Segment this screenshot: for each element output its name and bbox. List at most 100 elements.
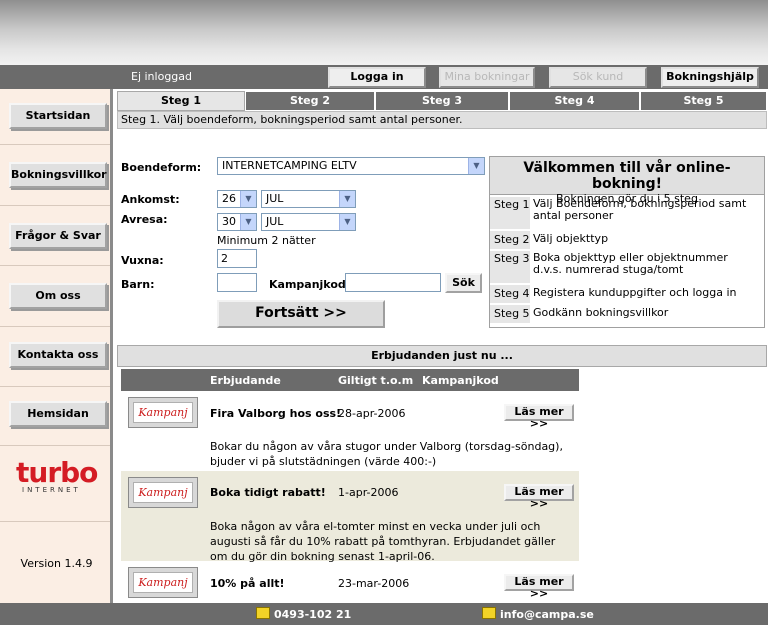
boendeform-select[interactable]: INTERNETCAMPING ELTV ▼ xyxy=(217,157,485,175)
sidebar-divider xyxy=(0,521,110,522)
avresa-day-value: 30 xyxy=(222,215,236,228)
ankomst-month-value: JUL xyxy=(266,192,284,205)
column-header-valid-until: Giltigt t.o.m xyxy=(338,374,414,387)
welcome-step-text: Boka objekttyp eller objektnummer d.v.s.… xyxy=(533,251,728,276)
sidebar-divider xyxy=(0,144,110,145)
campaign-badge: Kampanj xyxy=(128,567,198,598)
version-label: Version 1.4.9 xyxy=(20,557,93,570)
footer: 0493-102 21 info@campa.se xyxy=(0,603,768,625)
tab-step-5[interactable]: Steg 5 xyxy=(640,91,767,111)
offer-valid-date: 1-apr-2006 xyxy=(338,486,399,499)
welcome-title: Välkommen till vår online-bokning! xyxy=(523,160,731,192)
welcome-box: Välkommen till vår online-bokning! Bokni… xyxy=(489,156,765,328)
kampanjkod-label: Kampanjkod: xyxy=(269,278,351,291)
continue-button[interactable]: Fortsätt >> xyxy=(217,300,385,328)
welcome-step-text: Registera kunduppgifter och logga in xyxy=(533,286,737,299)
welcome-step-number: Steg 4 xyxy=(490,285,530,303)
chevron-down-icon: ▼ xyxy=(339,214,355,230)
sidebar-divider xyxy=(0,326,110,327)
column-header-offer: Erbjudande xyxy=(210,374,281,387)
welcome-header: Välkommen till vår online-bokning! Bokni… xyxy=(490,157,764,205)
tab-step-1[interactable]: Steg 1 xyxy=(117,91,245,111)
ankomst-day-value: 26 xyxy=(222,192,236,205)
chevron-down-icon: ▼ xyxy=(339,191,355,207)
search-campaign-button[interactable]: Sök xyxy=(445,273,482,293)
mail-icon xyxy=(482,607,496,619)
read-more-button[interactable]: Läs mer >> xyxy=(504,484,574,510)
vuxna-input[interactable]: 2 xyxy=(217,249,257,268)
step-description: Steg 1. Välj boendeform, bokningsperiod … xyxy=(117,111,767,129)
my-bookings-button[interactable]: Mina bokningar xyxy=(439,67,535,88)
offer-valid-date: 23-mar-2006 xyxy=(338,577,410,590)
avresa-label: Avresa: xyxy=(121,213,168,226)
welcome-step-number: Steg 3 xyxy=(490,251,530,283)
campaign-badge: Kampanj xyxy=(128,397,198,428)
avresa-month-value: JUL xyxy=(266,215,284,228)
header-banner xyxy=(0,0,768,65)
offer-row: Kampanj 10% på allt! 23-mar-2006 Läs mer… xyxy=(121,561,579,603)
footer-phone: 0493-102 21 xyxy=(274,608,352,621)
sidebar-item-hemsidan[interactable]: Hemsidan xyxy=(9,401,107,427)
tab-step-3[interactable]: Steg 3 xyxy=(375,91,509,111)
offers-table-header: Erbjudande Giltigt t.o.m Kampanjkod xyxy=(121,369,579,391)
campaign-badge-label: Kampanj xyxy=(133,482,193,503)
sidebar-divider xyxy=(0,265,110,266)
sidebar-item-faq[interactable]: Frågor & Svar xyxy=(9,223,107,249)
boendeform-value: INTERNETCAMPING ELTV xyxy=(222,159,357,172)
phone-icon xyxy=(256,607,270,619)
ankomst-label: Ankomst: xyxy=(121,193,180,206)
welcome-step-text: Välj objekttyp xyxy=(533,232,609,245)
ankomst-month-select[interactable]: JUL ▼ xyxy=(261,190,356,208)
read-more-button[interactable]: Läs mer >> xyxy=(504,574,574,600)
welcome-step-row: Steg 1 Välj Boendeform, bokningsperiod s… xyxy=(490,197,764,229)
offer-row: Kampanj Fira Valborg hos oss! 28-apr-200… xyxy=(121,391,579,471)
footer-email[interactable]: info@campa.se xyxy=(500,608,594,621)
minimum-nights-note: Minimum 2 nätter xyxy=(217,234,316,247)
sidebar-item-kontakta-oss[interactable]: Kontakta oss xyxy=(9,342,107,368)
sidebar-item-bokningsvillkor[interactable]: Bokningsvillkor xyxy=(9,162,107,188)
barn-label: Barn: xyxy=(121,278,155,291)
tab-step-4[interactable]: Steg 4 xyxy=(509,91,640,111)
offer-title: Boka tidigt rabatt! xyxy=(210,486,326,499)
booking-help-button[interactable]: Bokningshjälp xyxy=(661,67,759,88)
column-header-campaign-code: Kampanjkod xyxy=(422,374,499,387)
barn-input[interactable] xyxy=(217,273,257,292)
welcome-step-row: Steg 5 Godkänn bokningsvillkor xyxy=(490,305,764,323)
welcome-step-text: Välj Boendeform, bokningsperiod samt ant… xyxy=(533,197,747,222)
welcome-step-number: Steg 5 xyxy=(490,305,530,323)
campaign-badge-label: Kampanj xyxy=(133,402,193,423)
offer-description: Boka någon av våra el-tomter minst en ve… xyxy=(210,520,556,563)
offer-description: Bokar du någon av våra stugor under Valb… xyxy=(210,440,563,468)
campaign-badge-label: Kampanj xyxy=(133,572,193,593)
sidebar-item-om-oss[interactable]: Om oss xyxy=(9,283,107,309)
avresa-day-select[interactable]: 30 ▼ xyxy=(217,213,257,231)
kampanjkod-input[interactable] xyxy=(345,273,441,292)
avresa-month-select[interactable]: JUL ▼ xyxy=(261,213,356,231)
ankomst-day-select[interactable]: 26 ▼ xyxy=(217,190,257,208)
boendeform-label: Boendeform: xyxy=(121,161,202,174)
welcome-step-row: Steg 4 Registera kunduppgifter och logga… xyxy=(490,285,764,303)
chevron-down-icon: ▼ xyxy=(240,191,256,207)
offer-valid-date: 28-apr-2006 xyxy=(338,407,406,420)
read-more-button[interactable]: Läs mer >> xyxy=(504,404,574,430)
turbo-internet-logo[interactable]: turbo INTERNET xyxy=(16,456,100,496)
step-tabs: Steg 1 Steg 2 Steg 3 Steg 4 Steg 5 xyxy=(117,91,767,111)
login-button[interactable]: Logga in xyxy=(328,67,426,88)
sidebar-divider xyxy=(0,205,110,206)
sidebar-item-startsidan[interactable]: Startsidan xyxy=(9,103,107,129)
welcome-step-row: Steg 3 Boka objekttyp eller objektnummer… xyxy=(490,251,764,283)
search-customer-button[interactable]: Sök kund xyxy=(549,67,647,88)
chevron-down-icon: ▼ xyxy=(468,158,484,174)
sidebar-divider xyxy=(0,386,110,387)
logo-wordmark: turbo xyxy=(16,456,98,489)
tab-step-2[interactable]: Steg 2 xyxy=(245,91,375,111)
welcome-step-text: Godkänn bokningsvillkor xyxy=(533,306,669,319)
offer-title: Fira Valborg hos oss! xyxy=(210,407,342,420)
sidebar: Startsidan Bokningsvillkor Frågor & Svar… xyxy=(0,89,113,603)
welcome-step-row: Steg 2 Välj objekttyp xyxy=(490,231,764,249)
offers-heading: Erbjudanden just nu ... xyxy=(117,345,767,367)
campaign-badge: Kampanj xyxy=(128,477,198,508)
login-status: Ej inloggad xyxy=(131,70,193,83)
offer-title: 10% på allt! xyxy=(210,577,285,590)
welcome-step-number: Steg 2 xyxy=(490,231,530,249)
